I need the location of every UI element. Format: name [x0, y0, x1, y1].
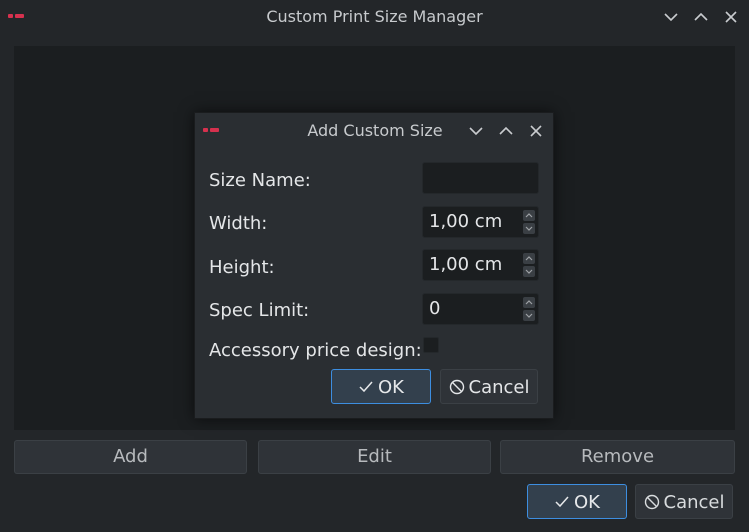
dialog-title: Add Custom Size — [307, 121, 443, 140]
main-ok-button[interactable]: OK — [527, 484, 627, 519]
main-ok-label: OK — [574, 491, 600, 513]
remove-button-label: Remove — [580, 446, 655, 467]
dialog-cancel-button[interactable]: Cancel — [440, 369, 538, 404]
cancel-circle-icon — [644, 494, 659, 510]
spec-limit-label: Spec Limit: — [209, 300, 310, 321]
main-window-title: Custom Print Size Manager — [266, 7, 483, 26]
width-stepper[interactable] — [523, 210, 535, 234]
decrement-icon[interactable] — [523, 310, 535, 321]
checkmark-icon — [359, 381, 373, 393]
spec-limit-stepper[interactable] — [523, 297, 535, 321]
edit-button[interactable]: Edit — [258, 440, 491, 474]
increment-icon[interactable] — [523, 253, 535, 264]
remove-button[interactable]: Remove — [500, 440, 735, 474]
app-logo-icon — [203, 128, 219, 132]
minimize-button[interactable] — [662, 8, 680, 26]
decrement-icon[interactable] — [523, 266, 535, 277]
add-button-label: Add — [113, 446, 148, 467]
chevron-up-icon — [499, 126, 513, 135]
spec-limit-value: 0 — [429, 298, 441, 319]
dialog-titlebar[interactable]: Add Custom Size — [195, 113, 553, 149]
height-value: 1,00 cm — [429, 254, 503, 275]
accessory-price-design-checkbox[interactable] — [423, 337, 439, 353]
dialog-ok-label: OK — [378, 376, 404, 398]
close-icon — [725, 11, 737, 23]
main-titlebar[interactable]: Custom Print Size Manager — [0, 0, 749, 34]
height-spinbox[interactable]: 1,00 cm — [422, 249, 539, 281]
chevron-down-icon — [469, 127, 483, 136]
dialog-cancel-label: Cancel — [468, 376, 530, 398]
chevron-down-icon — [664, 13, 678, 22]
close-button[interactable] — [722, 8, 740, 26]
edit-button-label: Edit — [357, 446, 392, 467]
cancel-circle-icon — [449, 379, 464, 395]
maximize-button[interactable] — [692, 8, 710, 26]
increment-icon[interactable] — [523, 210, 535, 221]
height-label: Height: — [209, 257, 275, 278]
spec-limit-spinbox[interactable]: 0 — [422, 293, 539, 325]
main-cancel-button[interactable]: Cancel — [635, 484, 733, 519]
dialog-minimize-button[interactable] — [467, 122, 485, 140]
checkmark-icon — [555, 496, 569, 508]
close-icon — [530, 125, 542, 137]
increment-icon[interactable] — [523, 297, 535, 308]
accessory-price-design-label: Accessory price design: — [209, 340, 422, 361]
add-button[interactable]: Add — [14, 440, 247, 474]
size-name-label: Size Name: — [209, 170, 311, 191]
width-spinbox[interactable]: 1,00 cm — [422, 206, 539, 238]
dialog-maximize-button[interactable] — [497, 122, 515, 140]
height-stepper[interactable] — [523, 253, 535, 277]
main-cancel-label: Cancel — [663, 491, 725, 513]
add-custom-size-dialog: Add Custom Size Size Name: Width: 1,00 c… — [194, 112, 554, 419]
width-label: Width: — [209, 213, 268, 234]
chevron-up-icon — [694, 12, 708, 21]
decrement-icon[interactable] — [523, 223, 535, 234]
dialog-ok-button[interactable]: OK — [331, 369, 431, 404]
size-name-input[interactable] — [422, 162, 539, 194]
width-value: 1,00 cm — [429, 211, 503, 232]
dialog-close-button[interactable] — [527, 122, 545, 140]
